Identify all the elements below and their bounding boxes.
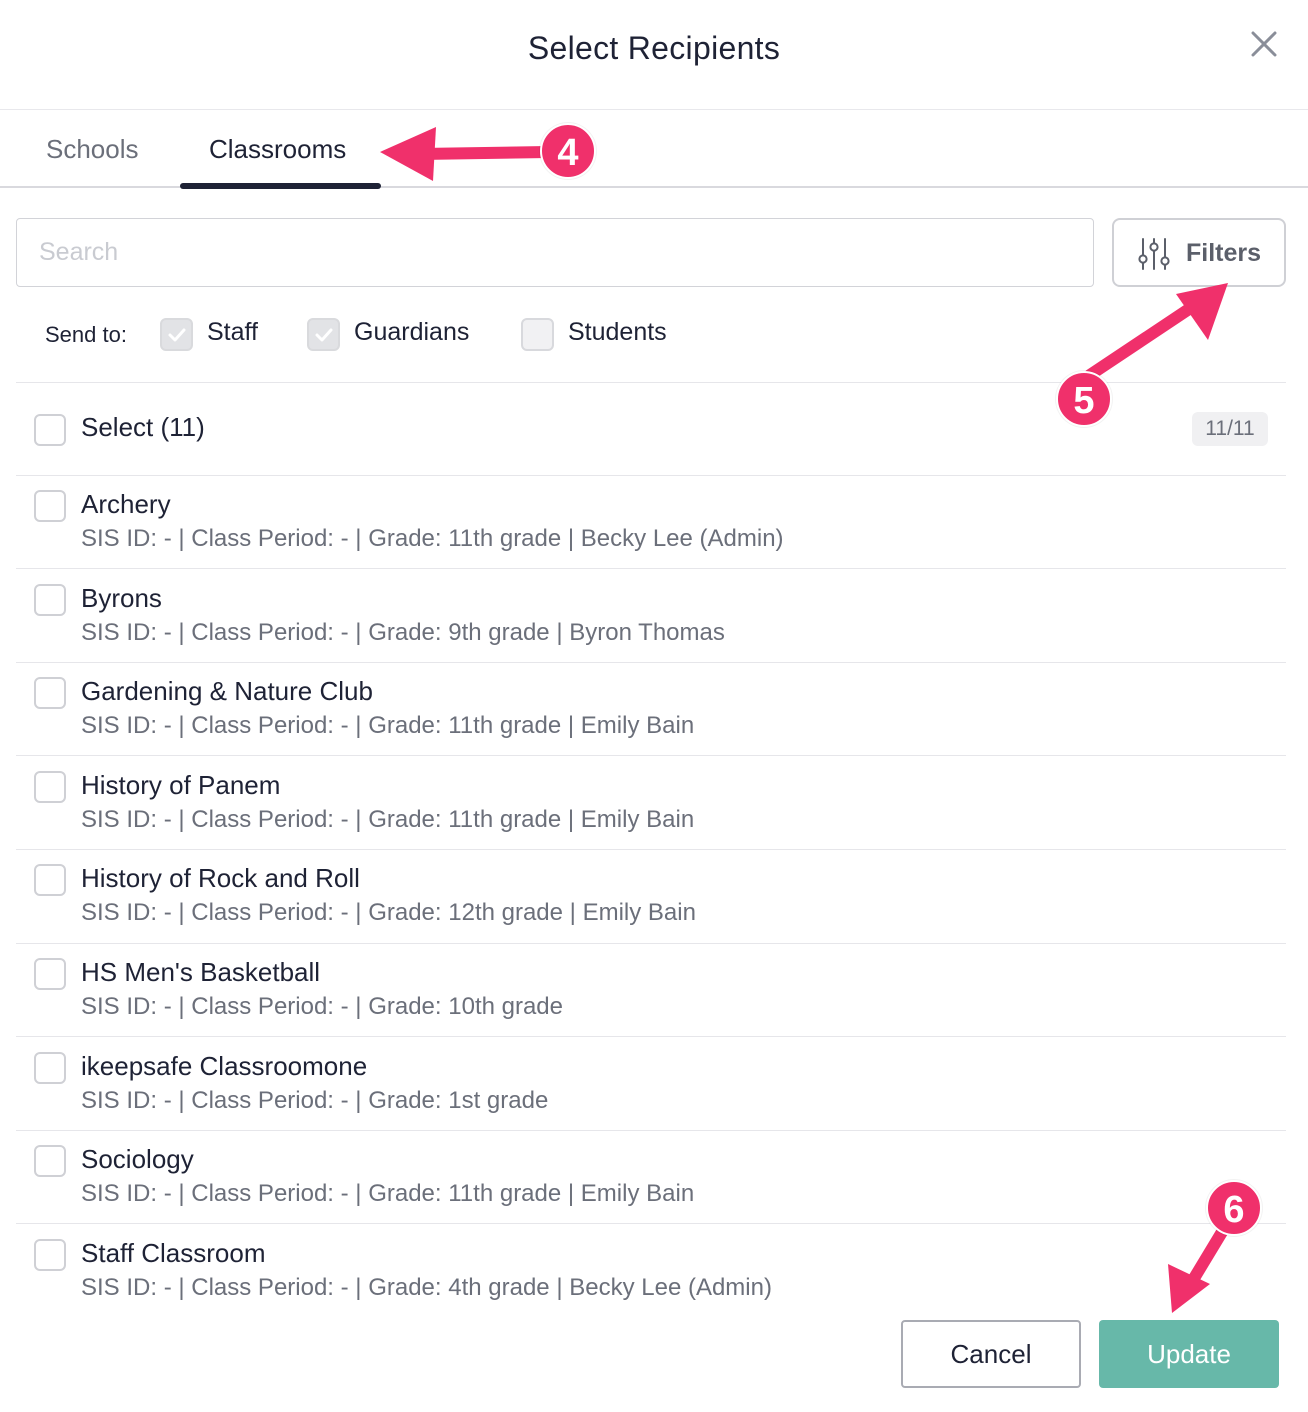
classroom-name: Archery [81, 489, 171, 519]
select-all-checkbox[interactable] [34, 414, 66, 446]
students-label: Students [568, 318, 667, 346]
classroom-meta: SIS ID: - | Class Period: - | Grade: 4th… [81, 1274, 772, 1301]
cancel-button[interactable]: Cancel [901, 1320, 1081, 1388]
classroom-name: Gardening & Nature Club [81, 676, 373, 706]
list-item[interactable]: HS Men's Basketball SIS ID: - | Class Pe… [0, 943, 1308, 1036]
classroom-checkbox[interactable] [34, 1145, 66, 1177]
classroom-name: ikeepsafe Classroomone [81, 1051, 368, 1081]
classroom-checkbox[interactable] [34, 584, 66, 616]
staff-checkbox[interactable] [160, 318, 193, 351]
close-icon[interactable] [1246, 26, 1282, 62]
staff-label: Staff [207, 318, 258, 346]
classroom-checkbox[interactable] [34, 677, 66, 709]
filters-label: Filters [1186, 239, 1262, 267]
classroom-meta: SIS ID: - | Class Period: - | Grade: 11t… [81, 1180, 695, 1207]
classroom-meta: SIS ID: - | Class Period: - | Grade: 11t… [81, 525, 784, 552]
classroom-meta: SIS ID: - | Class Period: - | Grade: 10t… [81, 993, 564, 1020]
classroom-name: Byrons [81, 583, 162, 613]
classroom-meta: SIS ID: - | Class Period: - | Grade: 11t… [81, 806, 695, 833]
guardians-label: Guardians [354, 318, 470, 346]
list-item[interactable]: History of Panem SIS ID: - | Class Perio… [0, 756, 1308, 849]
classroom-meta: SIS ID: - | Class Period: - | Grade: 9th… [81, 619, 725, 646]
active-tab-indicator [180, 183, 381, 189]
tab-bar: Schools Classrooms [0, 110, 1308, 189]
classroom-checkbox[interactable] [34, 864, 66, 896]
update-button[interactable]: Update [1099, 1320, 1279, 1388]
tab-schools[interactable]: Schools [46, 134, 139, 165]
annotation-badge-6: 6 [1206, 1180, 1262, 1236]
check-icon [168, 328, 186, 342]
classroom-checkbox[interactable] [34, 1239, 66, 1271]
classroom-name: Staff Classroom [81, 1238, 266, 1268]
list-item[interactable]: Archery SIS ID: - | Class Period: - | Gr… [0, 475, 1308, 568]
select-all-label: Select (11) [81, 412, 205, 442]
sliders-icon [1138, 237, 1170, 276]
list-item[interactable]: Gardening & Nature Club SIS ID: - | Clas… [0, 662, 1308, 755]
dialog-title: Select Recipients [527, 30, 781, 66]
list-item[interactable]: Sociology SIS ID: - | Class Period: - | … [0, 1130, 1308, 1223]
classroom-meta: SIS ID: - | Class Period: - | Grade: 1st… [81, 1087, 549, 1114]
filters-button[interactable]: Filters [1112, 218, 1286, 287]
send-to-row: Send to: Staff Guardians Students [0, 300, 1308, 370]
list-item[interactable]: ikeepsafe Classroomone SIS ID: - | Class… [0, 1037, 1308, 1130]
classroom-name: History of Panem [81, 770, 281, 800]
list-item[interactable]: Byrons SIS ID: - | Class Period: - | Gra… [0, 569, 1308, 662]
annotation-badge-5: 5 [1056, 371, 1112, 427]
classroom-checkbox[interactable] [34, 771, 66, 803]
list-item[interactable]: History of Rock and Roll SIS ID: - | Cla… [0, 849, 1308, 942]
classroom-checkbox[interactable] [34, 1052, 66, 1084]
list-item[interactable]: Staff Classroom SIS ID: - | Class Period… [0, 1224, 1308, 1317]
classroom-name: HS Men's Basketball [81, 957, 321, 987]
classroom-checkbox[interactable] [34, 490, 66, 522]
send-to-label: Send to: [45, 322, 127, 347]
classroom-meta: SIS ID: - | Class Period: - | Grade: 12t… [81, 899, 696, 926]
dialog-header: Select Recipients [0, 0, 1308, 110]
classroom-name: History of Rock and Roll [81, 863, 360, 893]
annotation-badge-4: 4 [540, 123, 596, 179]
tab-classrooms[interactable]: Classrooms [209, 134, 346, 165]
selection-count-badge: 11/11 [1192, 412, 1268, 446]
classroom-checkbox[interactable] [34, 958, 66, 990]
search-input[interactable] [16, 218, 1094, 287]
guardians-checkbox[interactable] [307, 318, 340, 351]
check-icon [315, 328, 333, 342]
students-checkbox[interactable] [521, 318, 554, 351]
classroom-meta: SIS ID: - | Class Period: - | Grade: 11t… [81, 712, 695, 739]
classroom-name: Sociology [81, 1144, 194, 1174]
